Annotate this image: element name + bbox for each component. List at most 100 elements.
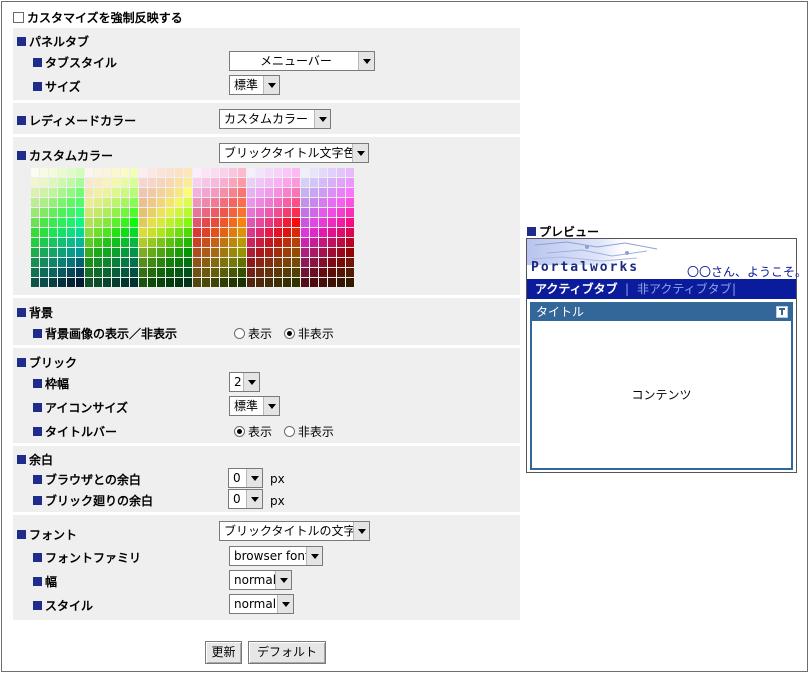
chevron-down-icon[interactable] [358, 52, 374, 70]
palette-swatch[interactable] [31, 178, 39, 187]
palette-swatch[interactable] [256, 238, 264, 247]
palette-swatch[interactable] [319, 178, 327, 187]
palette-swatch[interactable] [112, 188, 120, 197]
palette-swatch[interactable] [292, 178, 300, 187]
palette-swatch[interactable] [85, 278, 93, 287]
palette-swatch[interactable] [220, 168, 228, 177]
palette-swatch[interactable] [202, 248, 210, 257]
palette-swatch[interactable] [157, 168, 165, 177]
palette-swatch[interactable] [139, 208, 147, 217]
palette-swatch[interactable] [94, 188, 102, 197]
palette-swatch[interactable] [202, 268, 210, 277]
titlebar-show-radio[interactable] [234, 426, 245, 437]
palette-swatch[interactable] [67, 238, 75, 247]
palette-swatch[interactable] [238, 178, 246, 187]
palette-swatch[interactable] [301, 218, 309, 227]
palette-swatch[interactable] [85, 218, 93, 227]
palette-swatch[interactable] [49, 228, 57, 237]
font-family-select[interactable]: browser font [229, 546, 323, 566]
palette-swatch[interactable] [229, 238, 237, 247]
palette-swatch[interactable] [94, 208, 102, 217]
palette-swatch[interactable] [58, 188, 66, 197]
palette-swatch[interactable] [292, 218, 300, 227]
palette-swatch[interactable] [184, 218, 192, 227]
palette-swatch[interactable] [58, 168, 66, 177]
palette-swatch[interactable] [67, 268, 75, 277]
active-tab[interactable]: アクティブタブ [535, 279, 618, 299]
palette-swatch[interactable] [238, 218, 246, 227]
palette-swatch[interactable] [310, 248, 318, 257]
palette-swatch[interactable] [76, 188, 84, 197]
palette-swatch[interactable] [175, 218, 183, 227]
font-target-select[interactable]: ブリックタイトルの文字 [219, 521, 370, 541]
palette-swatch[interactable] [346, 258, 354, 267]
chevron-down-icon[interactable] [306, 547, 322, 565]
palette-swatch[interactable] [310, 258, 318, 267]
palette-swatch[interactable] [202, 278, 210, 287]
force-customize-checkbox[interactable]: カスタマイズを強制反映する [13, 9, 183, 26]
palette-swatch[interactable] [301, 178, 309, 187]
palette-swatch[interactable] [121, 218, 129, 227]
palette-swatch[interactable] [229, 178, 237, 187]
palette-swatch[interactable] [193, 168, 201, 177]
palette-swatch[interactable] [49, 188, 57, 197]
palette-swatch[interactable] [103, 178, 111, 187]
palette-swatch[interactable] [76, 208, 84, 217]
palette-swatch[interactable] [310, 218, 318, 227]
palette-swatch[interactable] [40, 278, 48, 287]
palette-swatch[interactable] [274, 278, 282, 287]
palette-swatch[interactable] [247, 258, 255, 267]
palette-swatch[interactable] [193, 178, 201, 187]
palette-swatch[interactable] [265, 238, 273, 247]
palette-swatch[interactable] [283, 178, 291, 187]
palette-swatch[interactable] [310, 268, 318, 277]
palette-swatch[interactable] [166, 198, 174, 207]
palette-swatch[interactable] [229, 278, 237, 287]
palette-swatch[interactable] [103, 168, 111, 177]
palette-swatch[interactable] [148, 208, 156, 217]
palette-swatch[interactable] [139, 278, 147, 287]
palette-swatch[interactable] [157, 208, 165, 217]
palette-swatch[interactable] [130, 208, 138, 217]
palette-swatch[interactable] [283, 218, 291, 227]
palette-swatch[interactable] [220, 238, 228, 247]
background-hide-radio[interactable] [283, 328, 295, 339]
palette-swatch[interactable] [301, 208, 309, 217]
palette-swatch[interactable] [40, 178, 48, 187]
palette-swatch[interactable] [193, 228, 201, 237]
palette-swatch[interactable] [265, 258, 273, 267]
palette-swatch[interactable] [328, 228, 336, 237]
default-button[interactable]: デフォルト [248, 641, 326, 664]
palette-swatch[interactable] [211, 238, 219, 247]
palette-swatch[interactable] [247, 218, 255, 227]
palette-swatch[interactable] [139, 238, 147, 247]
palette-swatch[interactable] [229, 168, 237, 177]
palette-swatch[interactable] [256, 198, 264, 207]
palette-swatch[interactable] [31, 188, 39, 197]
palette-swatch[interactable] [67, 258, 75, 267]
palette-swatch[interactable] [58, 208, 66, 217]
palette-swatch[interactable] [292, 248, 300, 257]
palette-swatch[interactable] [85, 178, 93, 187]
palette-swatch[interactable] [292, 268, 300, 277]
palette-swatch[interactable] [265, 228, 273, 237]
inactive-tab[interactable]: 非アクティブタブ [637, 279, 732, 299]
palette-swatch[interactable] [256, 248, 264, 257]
palette-swatch[interactable] [112, 168, 120, 177]
palette-swatch[interactable] [319, 168, 327, 177]
checkbox-box[interactable] [13, 12, 24, 23]
palette-swatch[interactable] [202, 208, 210, 217]
palette-swatch[interactable] [157, 278, 165, 287]
palette-swatch[interactable] [274, 238, 282, 247]
palette-swatch[interactable] [283, 238, 291, 247]
palette-swatch[interactable] [31, 198, 39, 207]
palette-swatch[interactable] [121, 228, 129, 237]
palette-swatch[interactable] [40, 198, 48, 207]
palette-swatch[interactable] [94, 168, 102, 177]
palette-swatch[interactable] [238, 168, 246, 177]
palette-swatch[interactable] [337, 168, 345, 177]
palette-swatch[interactable] [139, 168, 147, 177]
palette-swatch[interactable] [148, 198, 156, 207]
palette-swatch[interactable] [76, 218, 84, 227]
palette-swatch[interactable] [274, 178, 282, 187]
